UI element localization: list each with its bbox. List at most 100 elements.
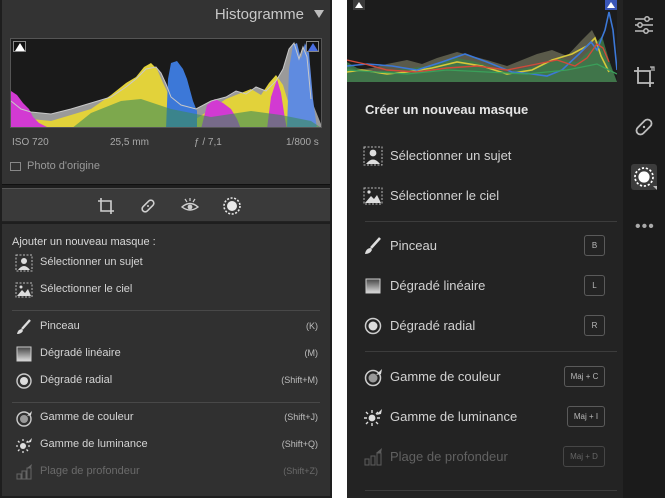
histogram-svg: [347, 11, 617, 82]
histogram-svg: [11, 41, 321, 127]
depth-range-shortcut: (Shift+Z): [283, 466, 318, 476]
luminance-range-icon: [363, 407, 383, 427]
depth-range-label: Plage de profondeur: [390, 449, 508, 464]
original-photo-checkbox[interactable]: [10, 161, 21, 171]
original-photo-toggle[interactable]: Photo d'origine: [10, 160, 100, 172]
mask-icon[interactable]: [222, 196, 242, 216]
mask-icon[interactable]: [631, 164, 657, 190]
original-photo-label: Photo d'origine: [27, 160, 101, 172]
radial-gradient-shortcut-key: R: [584, 315, 605, 336]
luminance-range-label: Gamme de luminance: [390, 409, 518, 424]
brush-shortcut-key: B: [584, 235, 605, 256]
radial-gradient-icon: [15, 372, 33, 390]
linear-gradient-icon: [363, 276, 383, 296]
subject-icon: [363, 146, 383, 166]
color-range-item[interactable]: Gamme de couleur (Shift+J): [2, 407, 330, 429]
red-eye-icon[interactable]: [180, 196, 200, 216]
sky-icon: [15, 281, 33, 299]
brush-label: Pinceau: [40, 320, 80, 332]
radial-gradient-label: Dégradé radial: [40, 374, 113, 386]
luminance-range-label: Gamme de luminance: [40, 438, 148, 450]
histogram-panel: Histogramme ISO 720 25,5 mm ƒ / 7,1 1/80…: [2, 0, 330, 185]
bandage-icon[interactable]: [631, 114, 657, 140]
brush-item[interactable]: Pinceau B: [347, 232, 617, 260]
histogram-title: Histogramme: [214, 6, 304, 23]
depth-range-icon: [15, 463, 33, 481]
shadow-clipping-indicator[interactable]: [13, 41, 26, 52]
radial-gradient-shortcut: (Shift+M): [281, 375, 318, 385]
select-subject-item[interactable]: Sélectionner un sujet: [2, 252, 330, 274]
linear-gradient-icon: [15, 345, 33, 363]
linear-gradient-label: Dégradé linéaire: [390, 278, 486, 293]
luminance-range-icon: [15, 436, 33, 454]
luminance-range-item[interactable]: Gamme de luminance Maj + I: [347, 403, 617, 431]
separator: [365, 221, 617, 222]
brush-icon: [363, 236, 383, 256]
color-range-label: Gamme de couleur: [390, 369, 501, 384]
luminance-range-shortcut-key: Maj + I: [567, 406, 605, 427]
sky-icon: [363, 186, 383, 206]
histogram-graph[interactable]: [347, 0, 617, 82]
tool-strip: [2, 188, 330, 222]
collapse-triangle-icon[interactable]: [314, 10, 324, 18]
color-range-shortcut: (Shift+J): [284, 412, 318, 422]
radial-gradient-item[interactable]: Dégradé radial (Shift+M): [2, 370, 330, 392]
luminance-range-item[interactable]: Gamme de luminance (Shift+Q): [2, 434, 330, 456]
brush-shortcut: (K): [306, 321, 318, 331]
radial-gradient-item[interactable]: Dégradé radial R: [347, 312, 617, 340]
select-sky-label: Sélectionner le ciel: [390, 188, 500, 203]
depth-range-shortcut-key: Maj + D: [563, 446, 605, 467]
select-sky-item[interactable]: Sélectionner le ciel: [347, 182, 617, 210]
color-range-shortcut-key: Maj + C: [564, 366, 605, 387]
mask-panel-title: Ajouter un nouveau masque :: [12, 236, 156, 248]
radial-gradient-label: Dégradé radial: [390, 318, 476, 333]
sliders-icon[interactable]: [631, 12, 657, 38]
separator: [12, 310, 320, 311]
brush-item[interactable]: Pinceau (K): [2, 316, 330, 338]
brush-label: Pinceau: [390, 238, 437, 253]
separator: [365, 490, 617, 491]
separator: [12, 402, 320, 403]
depth-range-label: Plage de profondeur: [40, 465, 140, 477]
linear-gradient-item[interactable]: Dégradé linéaire (M): [2, 343, 330, 365]
color-range-item[interactable]: Gamme de couleur Maj + C: [347, 363, 617, 391]
subject-icon: [15, 254, 33, 272]
depth-range-item[interactable]: Plage de profondeur (Shift+Z): [2, 461, 330, 483]
more-icon[interactable]: •••: [635, 218, 655, 236]
aperture-value: ƒ / 7,1: [194, 137, 222, 148]
linear-gradient-label: Dégradé linéaire: [40, 347, 121, 359]
crop-icon[interactable]: [96, 196, 116, 216]
highlight-clipping-indicator[interactable]: [306, 41, 319, 52]
histogram-header[interactable]: Histogramme: [2, 0, 330, 32]
color-range-label: Gamme de couleur: [40, 411, 134, 423]
shadow-clipping-indicator[interactable]: [353, 0, 365, 10]
mask-add-panel: Ajouter un nouveau masque : Sélectionner…: [2, 224, 330, 496]
color-range-icon: [15, 409, 33, 427]
luminance-range-shortcut: (Shift+Q): [281, 439, 318, 449]
histogram-graph[interactable]: [10, 38, 322, 128]
select-sky-label: Sélectionner le ciel: [40, 283, 133, 295]
separator: [365, 351, 617, 352]
color-range-icon: [363, 367, 383, 387]
focal-length-value: 25,5 mm: [110, 137, 149, 148]
depth-range-item[interactable]: Plage de profondeur Maj + D: [347, 443, 617, 471]
lightroom-panel: Créer un nouveau masque Sélectionner un …: [347, 0, 665, 498]
select-subject-label: Sélectionner un sujet: [390, 148, 512, 163]
iso-value: ISO 720: [12, 137, 49, 148]
heal-icon[interactable]: [138, 196, 158, 216]
linear-gradient-shortcut: (M): [304, 348, 319, 358]
mask-panel-title: Créer un nouveau masque: [365, 102, 529, 117]
highlight-clipping-indicator[interactable]: [605, 0, 617, 10]
select-sky-item[interactable]: Sélectionner le ciel: [2, 279, 330, 301]
linear-gradient-item[interactable]: Dégradé linéaire L: [347, 272, 617, 300]
linear-gradient-shortcut-key: L: [584, 275, 605, 296]
depth-range-icon: [363, 447, 383, 467]
edit-sidebar: •••: [623, 0, 665, 498]
brush-icon: [15, 318, 33, 336]
lightroom-classic-panel: Histogramme ISO 720 25,5 mm ƒ / 7,1 1/80…: [0, 0, 332, 498]
select-subject-label: Sélectionner un sujet: [40, 256, 143, 268]
select-subject-item[interactable]: Sélectionner un sujet: [347, 142, 617, 170]
radial-gradient-icon: [363, 316, 383, 336]
crop-icon[interactable]: [631, 64, 657, 90]
shutter-value: 1/800 s: [286, 137, 319, 148]
